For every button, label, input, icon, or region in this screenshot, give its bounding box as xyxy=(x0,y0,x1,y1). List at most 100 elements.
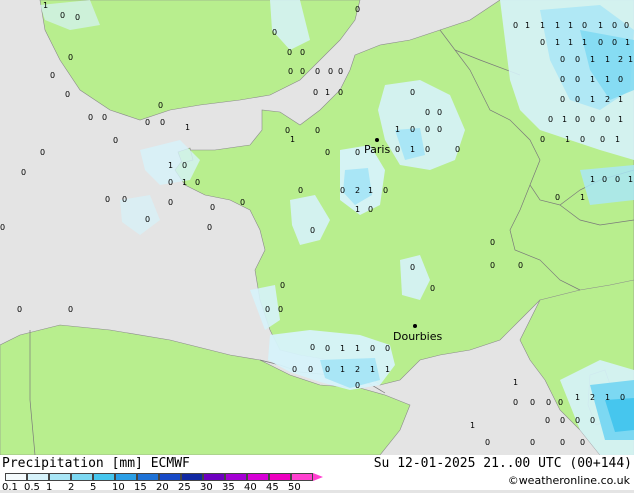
grid-point-value: 1 xyxy=(340,365,345,374)
city-label-paris: Paris xyxy=(364,143,390,156)
scale-swatch xyxy=(115,473,137,481)
grid-point-value: 1 xyxy=(618,115,623,124)
grid-point-value: 0 xyxy=(612,21,617,30)
grid-point-value: 0 xyxy=(548,115,553,124)
grid-point-value: 0 xyxy=(338,67,343,76)
grid-point-value: 1 xyxy=(370,365,375,374)
grid-point-value: 0 xyxy=(530,398,535,407)
grid-point-value: 1 xyxy=(368,186,373,195)
scale-swatch xyxy=(291,473,313,481)
grid-point-value: 0 xyxy=(325,365,330,374)
scale-label: 45 xyxy=(266,482,279,493)
grid-point-value: 0 xyxy=(308,365,313,374)
grid-point-value: 0 xyxy=(160,118,165,127)
forecast-datetime: Su 12-01-2025 21..00 UTC (00+144) xyxy=(373,456,632,471)
grid-point-value: 0 xyxy=(560,95,565,104)
grid-point-value: 1 xyxy=(590,75,595,84)
grid-point-value: 0 xyxy=(338,88,343,97)
scale-swatch xyxy=(181,473,203,481)
grid-point-value: 0 xyxy=(425,108,430,117)
grid-point-value: 0 xyxy=(513,21,518,30)
grid-point-value: 0 xyxy=(605,115,610,124)
grid-point-value: 0 xyxy=(560,75,565,84)
grid-point-value: 1 xyxy=(325,88,330,97)
grid-point-value: 0 xyxy=(195,178,200,187)
grid-point-value: 0 xyxy=(182,161,187,170)
grid-point-value: 1 xyxy=(605,393,610,402)
grid-point-value: 0 xyxy=(410,263,415,272)
grid-point-value: 0 xyxy=(368,205,373,214)
grid-point-value: 0 xyxy=(102,113,107,122)
grid-point-value: 0 xyxy=(168,198,173,207)
grid-point-value: 2 xyxy=(618,55,623,64)
city-dot-dourbies xyxy=(413,324,417,328)
grid-point-value: 0 xyxy=(40,148,45,157)
grid-point-value: 1 xyxy=(615,135,620,144)
grid-point-value: 0 xyxy=(313,88,318,97)
grid-point-value: 0 xyxy=(455,145,460,154)
grid-point-value: 0 xyxy=(370,344,375,353)
grid-point-value: 0 xyxy=(113,136,118,145)
grid-point-value: 1 xyxy=(513,378,518,387)
grid-point-value: 1 xyxy=(470,421,475,430)
legend-title: Precipitation [mm] ECMWF xyxy=(2,456,190,471)
grid-point-value: 1 xyxy=(618,95,623,104)
scale-label: 20 xyxy=(156,482,169,493)
scale-label: 1 xyxy=(46,482,53,493)
grid-point-value: 0 xyxy=(65,90,70,99)
grid-point-value: 0 xyxy=(68,53,73,62)
scale-swatch xyxy=(137,473,159,481)
grid-point-value: 1 xyxy=(575,393,580,402)
grid-point-value: 0 xyxy=(105,195,110,204)
grid-point-value: 0 xyxy=(288,67,293,76)
grid-point-value: 0 xyxy=(615,175,620,184)
grid-point-value: 0 xyxy=(598,38,603,47)
grid-point-value: 0 xyxy=(383,186,388,195)
grid-point-value: 0 xyxy=(315,126,320,135)
grid-point-value: 0 xyxy=(575,115,580,124)
map-footer: Precipitation [mm] ECMWF Su 12-01-2025 2… xyxy=(0,455,634,493)
scale-swatch xyxy=(225,473,247,481)
grid-point-value: 0 xyxy=(540,38,545,47)
grid-point-value: 0 xyxy=(88,113,93,122)
grid-point-value: 0 xyxy=(355,148,360,157)
grid-point-value: 0 xyxy=(575,75,580,84)
grid-point-value: 0 xyxy=(545,416,550,425)
grid-point-value: 0 xyxy=(395,145,400,154)
grid-point-value: 0 xyxy=(582,21,587,30)
grid-point-value: 0 xyxy=(555,193,560,202)
grid-point-value: 0 xyxy=(285,126,290,135)
grid-point-value: 0 xyxy=(425,145,430,154)
grid-point-value: 1 xyxy=(582,38,587,47)
grid-point-value: 0 xyxy=(540,135,545,144)
grid-point-value: 0 xyxy=(278,305,283,314)
grid-point-value: 0 xyxy=(437,108,442,117)
grid-point-value: 0 xyxy=(207,223,212,232)
grid-point-value: 0 xyxy=(158,101,163,110)
grid-point-value: 0 xyxy=(513,398,518,407)
grid-point-value: 1 xyxy=(540,21,545,30)
color-scale-labels: 0.1 0.5 1 2 5 10 15 20 25 30 35 40 45 50 xyxy=(0,482,330,493)
grid-point-value: 1 xyxy=(555,21,560,30)
scale-swatch xyxy=(247,473,269,481)
grid-point-value: 0 xyxy=(580,135,585,144)
grid-point-value: 1 xyxy=(185,123,190,132)
grid-point-value: 1 xyxy=(590,95,595,104)
grid-point-value: 1 xyxy=(395,125,400,134)
grid-point-value: 1 xyxy=(290,135,295,144)
scale-swatch xyxy=(71,473,93,481)
grid-point-value: 1 xyxy=(565,135,570,144)
grid-point-value: 0 xyxy=(68,305,73,314)
grid-point-value: 0 xyxy=(240,198,245,207)
scale-swatch xyxy=(269,473,291,481)
grid-point-value: 0 xyxy=(575,55,580,64)
grid-point-value: 0 xyxy=(292,365,297,374)
grid-point-value: 0 xyxy=(310,343,315,352)
grid-point-value: 0 xyxy=(325,344,330,353)
scale-swatch xyxy=(93,473,115,481)
grid-point-value: 0 xyxy=(300,48,305,57)
precipitation-map: Paris Dourbies 0 000 00 0 0 0 00 1 0 00 01 0 0 00 1 0 00… xyxy=(0,0,634,455)
grid-point-value: 0 xyxy=(624,21,629,30)
grid-point-value: 1 xyxy=(628,55,633,64)
grid-point-value: 0 xyxy=(580,438,585,447)
